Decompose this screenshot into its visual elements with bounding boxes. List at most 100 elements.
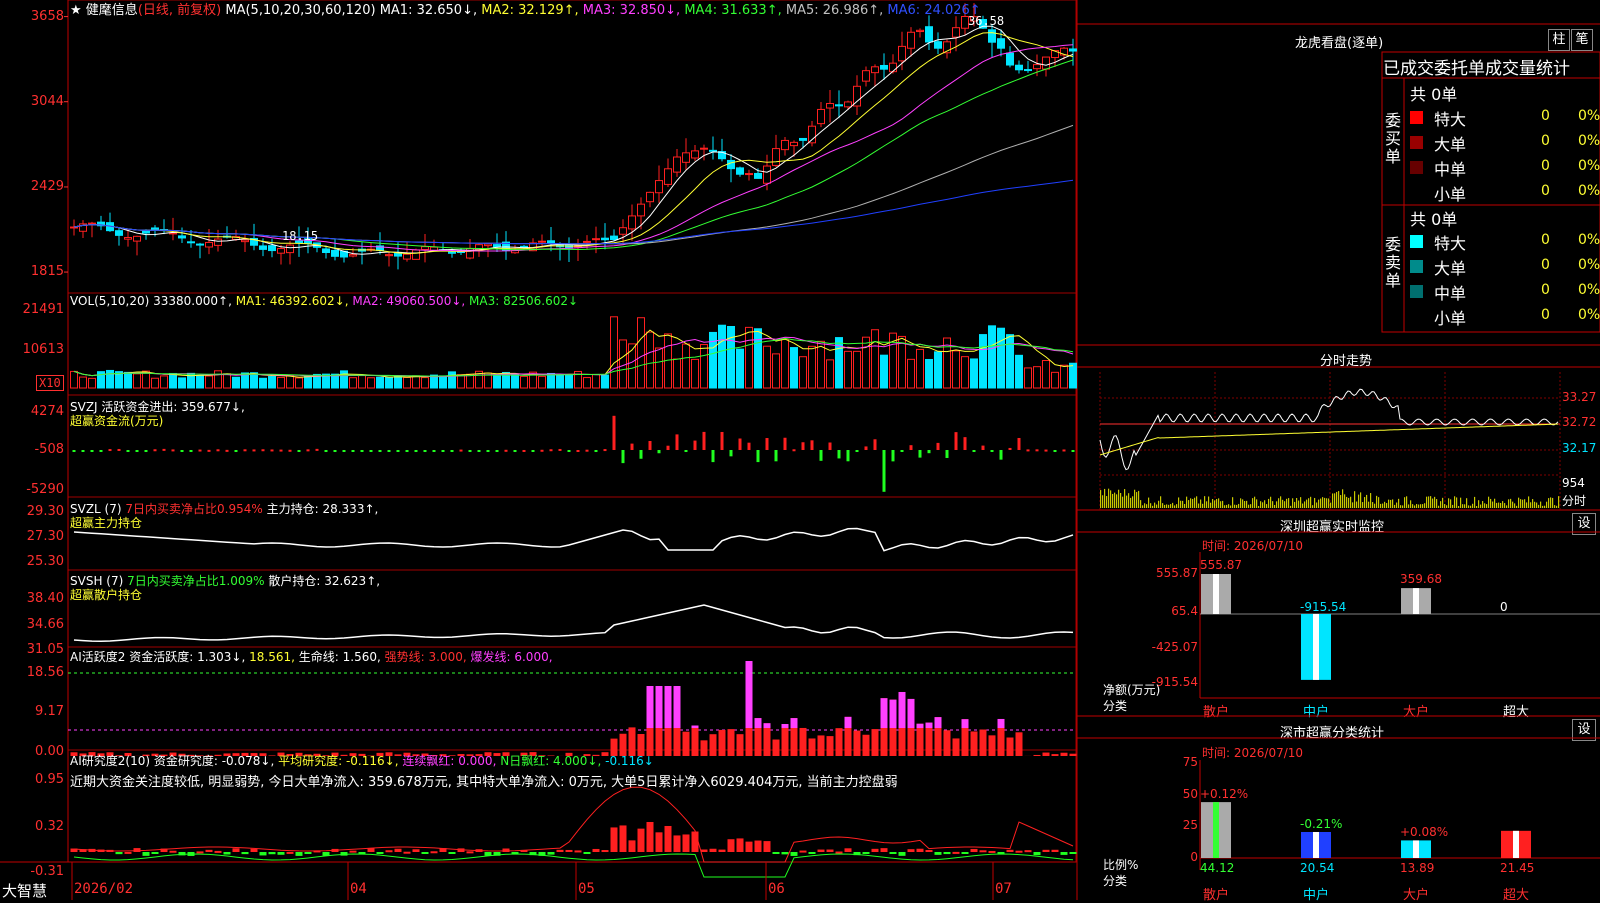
row-pct: 0% bbox=[1578, 257, 1600, 273]
candle-body bbox=[728, 160, 735, 168]
row-count: 0 bbox=[1541, 307, 1550, 323]
fund-flow-bar bbox=[199, 450, 202, 452]
svzl-tick-label: 25.30 bbox=[0, 554, 64, 569]
activity-bar bbox=[701, 740, 708, 756]
vol-unit-badge[interactable]: X10 bbox=[36, 375, 64, 391]
fund-flow-bar bbox=[127, 450, 130, 452]
intraday-vol-bar bbox=[1172, 503, 1173, 508]
intraday-vol-bar bbox=[1182, 501, 1183, 508]
volume-bar bbox=[395, 376, 402, 388]
fund-flow-bar bbox=[532, 450, 535, 452]
svzj-tick-label: -508 bbox=[0, 442, 64, 457]
intraday-vol-bar bbox=[1434, 497, 1435, 508]
intraday-vol-bar bbox=[1396, 503, 1397, 508]
activity-burst-bar bbox=[692, 726, 699, 728]
fund-flow-bar bbox=[415, 450, 418, 452]
fund-flow-bar bbox=[910, 445, 913, 450]
candle-body bbox=[809, 126, 816, 143]
research-bar bbox=[872, 849, 879, 852]
research-bar bbox=[170, 851, 177, 853]
ai2-header: AI研究度2(10) 资金研究度: -0.078↓, 平均研究度: -0.116… bbox=[70, 752, 654, 769]
research-bar bbox=[755, 841, 762, 852]
intraday-vol-bar bbox=[1358, 495, 1359, 508]
vol-tick-label: 21491 bbox=[0, 302, 64, 317]
intraday-vol-bar bbox=[1242, 499, 1243, 508]
volume-bar bbox=[71, 371, 78, 388]
fund-flow-bar bbox=[82, 450, 85, 452]
candle-body bbox=[710, 150, 717, 151]
intraday-vol-bar bbox=[1520, 499, 1521, 508]
research-bar bbox=[656, 832, 663, 852]
candle-body bbox=[1025, 70, 1032, 71]
fund-flow-bar bbox=[118, 449, 121, 451]
ai1-t1: 资金活跃度: 1.303↓, bbox=[129, 650, 245, 664]
intraday-vol-bar bbox=[1408, 504, 1409, 508]
ma-line bbox=[74, 180, 1073, 243]
candle-body bbox=[737, 168, 744, 174]
activity-bar bbox=[971, 731, 978, 756]
research-bar bbox=[413, 849, 420, 852]
stat-value-label: 21.45 bbox=[1500, 861, 1534, 875]
research-bar bbox=[557, 850, 564, 852]
fund-flow-bar bbox=[541, 450, 544, 452]
fund-flow-bar bbox=[856, 450, 859, 452]
fund-flow-bar bbox=[604, 449, 607, 451]
fund-flow-bar bbox=[757, 450, 760, 462]
volume-bar bbox=[998, 328, 1005, 388]
candle-body bbox=[692, 151, 699, 158]
candle-body bbox=[323, 249, 330, 253]
vol-ma1: MA1: 46392.602↓, bbox=[236, 294, 349, 308]
monitor-settings-button[interactable]: 设 bbox=[1572, 513, 1596, 535]
intraday-vol-bar bbox=[1344, 494, 1345, 508]
intraday-vol-bar bbox=[1276, 501, 1277, 508]
pen-mode-button[interactable]: 笔 bbox=[1571, 29, 1593, 51]
research-bar bbox=[665, 826, 672, 852]
stat-settings-button[interactable]: 设 bbox=[1572, 719, 1596, 741]
fund-flow-bar bbox=[388, 450, 391, 452]
research-bar bbox=[134, 848, 141, 852]
ai1-title: AI活跃度2 bbox=[70, 650, 125, 664]
intraday-vol-bar bbox=[1440, 501, 1441, 508]
intraday-vol-bar bbox=[1192, 499, 1193, 508]
intraday-vol-bar bbox=[1450, 499, 1451, 508]
intraday-vol-bar bbox=[1298, 501, 1299, 508]
monitor-unit-2: 分类 bbox=[1103, 697, 1127, 714]
activity-bar bbox=[1061, 753, 1068, 756]
price-tick-label: 3658 bbox=[0, 9, 64, 24]
intraday-vol-bar bbox=[1174, 505, 1175, 508]
candle-body bbox=[791, 142, 798, 145]
volume-bar bbox=[125, 372, 132, 388]
candle-body bbox=[179, 236, 186, 238]
bar-mode-button[interactable]: 柱 bbox=[1548, 29, 1570, 51]
candle-body bbox=[998, 39, 1005, 48]
intraday-vol-bar bbox=[1294, 502, 1295, 508]
stat-bar bbox=[1501, 831, 1531, 858]
candle-body bbox=[1007, 53, 1014, 65]
research-bar bbox=[386, 850, 393, 852]
fund-flow-bar bbox=[739, 439, 742, 450]
candle-body bbox=[629, 216, 636, 229]
row-count: 0 bbox=[1541, 183, 1550, 199]
volume-bar bbox=[719, 325, 726, 388]
fund-flow-bar bbox=[685, 450, 688, 452]
intraday-vol-bar bbox=[1406, 496, 1407, 508]
research-bar bbox=[206, 850, 213, 852]
research-bar bbox=[935, 852, 942, 855]
intraday-vol-bar bbox=[1514, 503, 1515, 508]
candle-body bbox=[926, 27, 933, 42]
activity-burst-bar bbox=[845, 717, 852, 728]
svsh-sub: 超赢散户持仓 bbox=[70, 586, 142, 603]
candle-body bbox=[125, 238, 132, 240]
volume-bar bbox=[755, 329, 762, 388]
intraday-vol-bar bbox=[1548, 498, 1549, 508]
fund-flow-bar bbox=[334, 450, 337, 452]
star-icon[interactable]: ★ bbox=[70, 3, 82, 18]
intraday-vol-bar bbox=[1232, 497, 1233, 508]
stat-title: 深市超赢分类统计 bbox=[1280, 722, 1384, 741]
svzl-ratio: 7日内买卖净占比0.954% bbox=[125, 502, 262, 516]
stat-bar bbox=[1301, 832, 1331, 858]
intraday-vol-bar bbox=[1288, 498, 1289, 508]
row-name: 小单 bbox=[1434, 305, 1466, 329]
intraday-vol-bar bbox=[1536, 503, 1537, 508]
intraday-vol-bar bbox=[1296, 498, 1297, 508]
